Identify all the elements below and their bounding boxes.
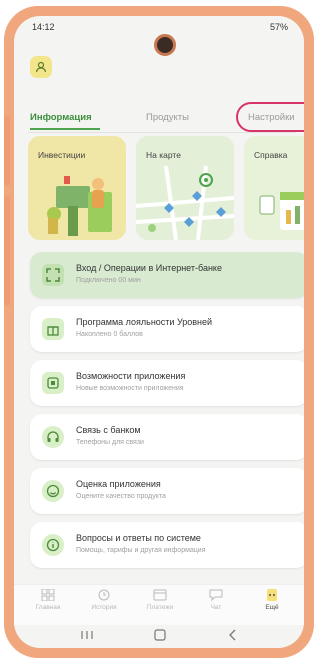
qr-icon (42, 264, 64, 286)
list-item-subtitle: Накоплено 0 баллов (76, 331, 143, 338)
more-icon (267, 589, 277, 601)
app-screen: 14:12 57% Информация Продукты Настройки … (14, 16, 304, 648)
list-item-subtitle: Новые возможности приложения (76, 385, 184, 392)
card-icon (153, 589, 167, 601)
card-map[interactable]: На карте (136, 136, 234, 240)
profile-avatar[interactable] (30, 56, 52, 78)
status-battery: 57% (269, 22, 288, 32)
list-item-app-features[interactable]: Возможности приложения Новые возможности… (30, 360, 304, 406)
recents-icon[interactable] (80, 630, 94, 640)
list-item-title: Вопросы и ответы по системе (76, 533, 201, 543)
list-item-subtitle: Телефоны для связи (76, 439, 144, 446)
nav-label: Платежи (146, 604, 174, 611)
nav-history[interactable]: История (84, 589, 124, 611)
list-item-loyalty[interactable]: Программа лояльности Уровней Накоплено 0… (30, 306, 304, 352)
status-time: 14:12 (32, 22, 55, 32)
bottom-navigation: Главная История Платежи Чат Ещё (14, 584, 304, 625)
home-icon[interactable] (154, 629, 166, 641)
nav-payments[interactable]: Платежи (140, 589, 180, 611)
tab-settings-highlight (236, 102, 304, 132)
grid-icon (41, 589, 55, 601)
list-item-contact-bank[interactable]: Связь с банком Телефоны для связи (30, 414, 304, 460)
map-illustration (136, 165, 234, 240)
list-item-title: Вход / Операции в Интернет-банке (76, 263, 222, 273)
list-item-subtitle: Помощь, тарифы и другая информация (76, 547, 206, 554)
side-button (4, 116, 10, 186)
nav-home[interactable]: Главная (28, 589, 68, 611)
user-icon (35, 61, 47, 73)
list-item-subtitle: Оцените качество продукта (76, 493, 166, 500)
clock-icon (98, 589, 110, 601)
card-help[interactable]: Справка (244, 136, 304, 240)
nav-label: История (91, 604, 117, 611)
list-item-faq[interactable]: Вопросы и ответы по системе Помощь, тари… (30, 522, 304, 568)
headset-icon (42, 426, 64, 448)
list-item-title: Возможности приложения (76, 371, 186, 381)
side-button (4, 196, 10, 306)
app-icon (42, 372, 64, 394)
list-item-title: Связь с банком (76, 425, 141, 435)
list-item-title: Программа лояльности Уровней (76, 317, 213, 327)
tab-products[interactable]: Продукты (146, 112, 189, 123)
list-item-internet-bank[interactable]: Вход / Операции в Интернет-банке Подключ… (30, 252, 304, 298)
phone-frame: 14:12 57% Информация Продукты Настройки … (4, 6, 314, 658)
smile-icon (42, 480, 64, 502)
tab-information[interactable]: Информация (30, 112, 92, 123)
tabs-divider (28, 132, 296, 133)
list-item-subtitle: Подключено 00 мин (76, 277, 141, 284)
back-icon[interactable] (228, 629, 238, 641)
active-tab-indicator (30, 128, 100, 130)
chat-icon (209, 589, 223, 601)
nav-label: Чат (210, 604, 222, 611)
nav-more[interactable]: Ещё (252, 589, 292, 611)
nav-label: Ещё (265, 604, 279, 611)
gift-icon (42, 318, 64, 340)
list-item-rate-app[interactable]: Оценка приложения Оцените качество проду… (30, 468, 304, 514)
list-item-title: Оценка приложения (76, 479, 161, 489)
system-navigation (14, 626, 304, 648)
nav-chat[interactable]: Чат (196, 589, 236, 611)
front-camera (154, 34, 176, 56)
nav-label: Главная (35, 604, 61, 611)
investments-illustration (47, 176, 112, 236)
info-icon (42, 534, 64, 556)
card-investments[interactable]: Инвестиции (28, 136, 126, 240)
tabs: Информация Продукты Настройки (28, 102, 304, 132)
help-illustration (259, 192, 304, 230)
